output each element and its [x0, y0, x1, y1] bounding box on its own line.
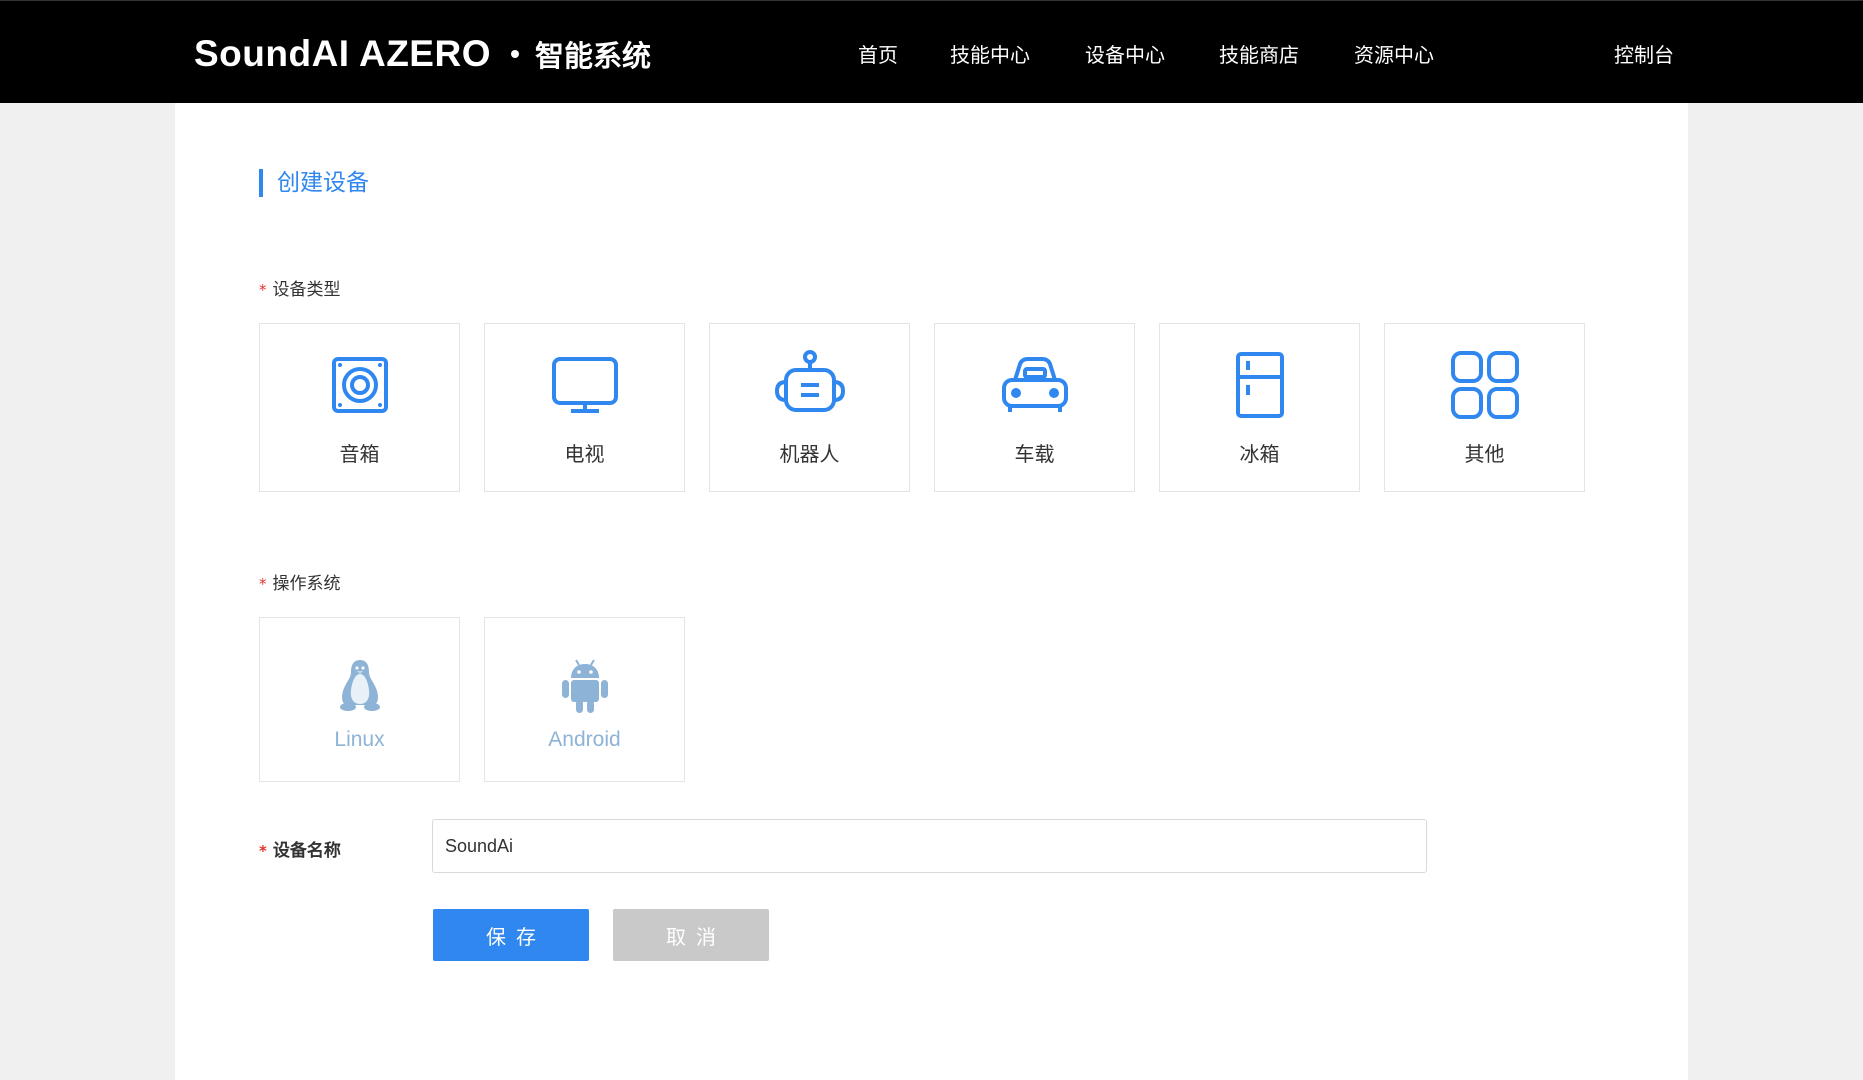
device-type-label-text: 设备类型 [272, 280, 341, 300]
device-type-option-speaker[interactable]: 音箱 [259, 323, 460, 492]
page-title: 创建设备 [259, 169, 369, 197]
fridge-icon [1160, 351, 1359, 419]
required-asterisk: * [259, 575, 267, 593]
main-nav: 首页 技能中心 设备中心 技能商店 资源中心 控制台 [0, 1, 1863, 104]
device-type-label-car: 车载 [1014, 442, 1055, 466]
device-type-option-robot[interactable]: 机器人 [709, 323, 910, 492]
save-button[interactable]: 保存 [433, 909, 589, 961]
os-option-linux[interactable]: Linux [259, 617, 460, 782]
nav-item-device-center[interactable]: 设备中心 [1085, 39, 1165, 68]
device-type-label-tv: 电视 [564, 442, 605, 466]
device-name-input[interactable] [432, 819, 1427, 873]
os-option-android[interactable]: Android [484, 617, 685, 782]
tv-icon [485, 356, 684, 414]
device-type-label-other: 其他 [1464, 442, 1505, 466]
top-navigation-bar: SoundAI AZERO 智能系统 首页 技能中心 设备中心 技能商店 资源中… [0, 0, 1863, 103]
device-type-label-robot: 机器人 [779, 442, 840, 466]
linux-penguin-icon [260, 658, 459, 712]
nav-item-home[interactable]: 首页 [858, 39, 898, 68]
device-type-label-speaker: 音箱 [339, 442, 380, 466]
nav-item-console[interactable]: 控制台 [1614, 39, 1674, 68]
car-icon [935, 356, 1134, 414]
nav-item-skill-store[interactable]: 技能商店 [1219, 39, 1299, 68]
device-type-option-car[interactable]: 车载 [934, 323, 1135, 492]
grid-icon [1385, 350, 1584, 420]
device-type-option-other[interactable]: 其他 [1384, 323, 1585, 492]
os-label-android: Android [548, 728, 621, 751]
device-type-option-tv[interactable]: 电视 [484, 323, 685, 492]
main-content-panel: 创建设备 * 设备类型 音箱 电视 机器人 车载 冰箱 其他 * 操作系统 Li… [175, 103, 1688, 1080]
device-name-label: * 设备名称 [259, 836, 341, 861]
nav-item-resource-center[interactable]: 资源中心 [1354, 39, 1434, 68]
os-label: * 操作系统 [259, 569, 341, 594]
device-type-label: * 设备类型 [259, 275, 341, 300]
cancel-button[interactable]: 取消 [613, 909, 769, 961]
required-asterisk: * [259, 842, 267, 860]
robot-icon [710, 350, 909, 414]
speaker-icon [260, 356, 459, 414]
required-asterisk: * [259, 281, 267, 299]
android-robot-icon [485, 658, 684, 714]
device-type-option-fridge[interactable]: 冰箱 [1159, 323, 1360, 492]
os-label-linux: Linux [334, 728, 385, 751]
device-type-label-fridge: 冰箱 [1239, 442, 1280, 466]
device-name-label-text: 设备名称 [272, 841, 341, 861]
nav-item-skill-center[interactable]: 技能中心 [950, 39, 1030, 68]
os-label-text: 操作系统 [272, 574, 341, 594]
